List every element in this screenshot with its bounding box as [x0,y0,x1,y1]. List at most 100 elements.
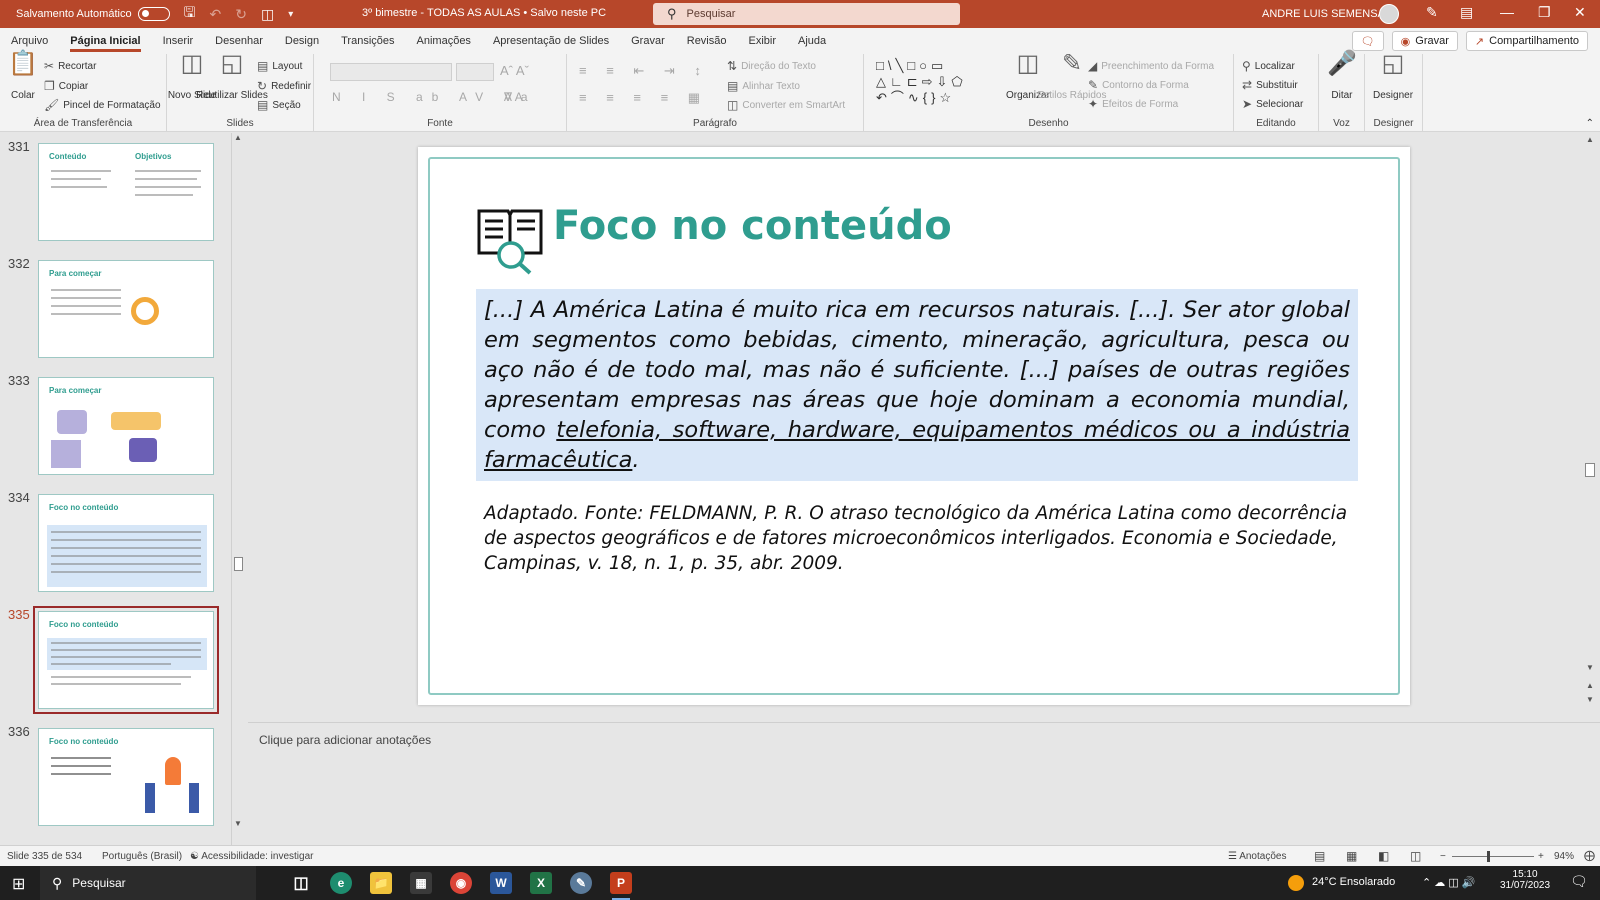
tab-transicoes[interactable]: Transições [330,28,405,54]
autosave-toggle[interactable] [137,7,170,21]
slide-thumbnail-332[interactable]: Para começar [38,260,214,358]
slideshow-icon[interactable]: ◫ [1410,849,1421,863]
undo-icon[interactable]: ↶ [210,6,222,23]
dictate-button[interactable]: 🎤 Ditar [1327,52,1357,102]
record-button[interactable]: ◉ Gravar [1391,31,1458,51]
slide-thumbnail-333[interactable]: Para começar [38,377,214,475]
tab-revisao[interactable]: Revisão [676,28,738,54]
tab-ajuda[interactable]: Ajuda [787,28,837,54]
quote-textbox[interactable]: [...] A América Latina é muito rica em r… [476,289,1358,481]
zoom-slider-thumb[interactable] [1487,851,1490,862]
clock[interactable]: 15:10 31/07/2023 [1500,869,1550,891]
next-slide-icon[interactable]: ▼ [1586,695,1594,704]
normal-view-icon[interactable]: ▤ [1314,849,1325,863]
text-direction-button[interactable]: ⇅ Direção do Texto [727,59,816,73]
slide-title[interactable]: Foco no conteúdo [553,203,952,249]
scroll-up-icon[interactable]: ▲ [1586,135,1594,144]
ribbon-display-icon[interactable]: ▤ [1460,4,1473,21]
slide-thumbnail-335[interactable]: Foco no conteúdo [33,606,219,714]
reuse-slides-button[interactable]: ◱ Reutilizar Slides [196,52,268,102]
zoom-in-icon[interactable]: + [1538,851,1544,862]
shapes-gallery[interactable]: □\╲□○▭ △∟⊏⇨⇩⬠ ↶⌒∿{}☆ [876,58,986,106]
minimize-icon[interactable]: — [1500,4,1514,20]
fit-slide-icon[interactable]: ⨁ [1584,849,1595,862]
tab-design[interactable]: Design [274,28,330,54]
collapse-ribbon-icon[interactable]: ⌃ [1586,118,1594,129]
system-tray-icons[interactable]: ⌃ ☁ ◫ 🔊 [1422,876,1475,889]
chrome-icon[interactable]: ◉ [450,872,472,894]
document-title[interactable]: 3º bimestre - TODAS AS AULAS • Salvo nes… [362,7,606,19]
redo-icon[interactable]: ↻ [235,6,247,23]
shape-effects-button[interactable]: ✦ Efeitos de Forma [1088,97,1178,111]
list-icons[interactable]: ≡ ≡ ⇤ ⇥ ↕ [579,63,709,79]
editor-scrollbar[interactable]: ▲ ▼ ▲ ▼ [1582,133,1600,721]
current-slide[interactable]: Foco no conteúdo [...] A América Latina … [418,147,1410,705]
search-box[interactable]: ⚲ Pesquisar [653,3,960,25]
font-size-combo[interactable] [456,63,494,81]
excel-icon[interactable]: X [530,872,552,894]
font-name-combo[interactable] [330,63,452,81]
taskbar-search[interactable]: ⚲ Pesquisar [40,866,256,900]
weather-text[interactable]: 24°C Ensolarado [1312,876,1395,888]
slides-pane-scrollbar[interactable]: ▲ ▼ [231,133,245,845]
quick-styles-button[interactable]: ✎ Estilos Rápidos [1038,52,1107,102]
slide-thumbnail-336[interactable]: Foco no conteúdo [38,728,214,826]
tab-exibir[interactable]: Exibir [738,28,788,54]
customize-toolbar-icon[interactable]: ▾ [288,9,293,20]
notes-pane[interactable]: Clique para adicionar anotações [248,722,1600,845]
find-button[interactable]: ⚲ Localizar [1242,59,1295,73]
align-text-button[interactable]: ▤ Alinhar Texto [727,79,800,93]
align-icons[interactable]: ≡ ≡ ≡ ≡ ▦ [579,90,708,106]
language-button[interactable]: Português (Brasil) [102,851,182,862]
file-explorer-icon[interactable]: 📁 [370,872,392,894]
tab-animacoes[interactable]: Animações [406,28,482,54]
pen-icon[interactable]: ✎ [1426,4,1438,21]
section-button[interactable]: ▤ Seção [257,98,301,112]
cut-button[interactable]: ✂ Recortar [44,59,96,73]
notes-button[interactable]: ☰ Anotações [1228,851,1286,862]
slide-thumbnail-334[interactable]: Foco no conteúdo [38,494,214,592]
zoom-level[interactable]: 94% [1554,851,1574,862]
share-button[interactable]: ↗ Compartilhamento [1465,31,1588,51]
shape-fill-button[interactable]: ◢ Preenchimento da Forma [1088,59,1214,73]
restore-icon[interactable]: ❐ [1538,4,1551,21]
accessibility-button[interactable]: ☯ Acessibilidade: investigar [190,851,313,862]
edge-icon[interactable]: e [330,872,352,894]
zoom-out-icon[interactable]: − [1440,851,1446,862]
source-textbox[interactable]: Adaptado. Fonte: FELDMANN, P. R. O atras… [484,501,1364,576]
windows-start-icon[interactable]: ⊞ [12,874,25,894]
grow-font-icon[interactable]: Aˆ Aˇ [500,63,529,78]
scroll-thumb[interactable] [234,557,243,571]
avatar[interactable] [1379,4,1399,24]
present-icon[interactable]: ◫ [261,6,274,23]
scroll-down-icon[interactable]: ▼ [1586,663,1594,672]
paste-button[interactable]: 📋 Colar [8,52,38,102]
font-color-icon[interactable]: ∇ A [504,90,523,104]
tab-gravar[interactable]: Gravar [620,28,676,54]
close-icon[interactable]: ✕ [1574,4,1586,21]
notifications-icon[interactable]: 🗨 [1570,873,1588,890]
task-view-icon[interactable]: ◫ [290,872,312,894]
slide-thumbnail-331[interactable]: Conteúdo Objetivos [38,143,214,241]
smartart-button[interactable]: ◫ Converter em SmartArt [727,98,845,112]
tab-apresentacao[interactable]: Apresentação de Slides [482,28,620,54]
reset-button[interactable]: ↻ Redefinir [257,79,311,93]
paint-icon[interactable]: ✎ [570,872,592,894]
shape-outline-button[interactable]: ✎ Contorno da Forma [1088,78,1189,92]
comments-button[interactable]: 🗨 [1351,31,1384,51]
save-icon[interactable]: 🖫 [184,2,196,26]
slide-sorter-icon[interactable]: ▦ [1346,849,1357,863]
autosave-control[interactable]: Salvamento Automático [16,7,170,21]
tab-pagina-inicial[interactable]: Página Inicial [59,28,151,54]
store-icon[interactable]: ▦ [410,872,432,894]
designer-button[interactable]: ◱ Designer [1373,52,1413,102]
scroll-down-icon[interactable]: ▼ [234,819,242,828]
format-painter-button[interactable]: 🖌 Pincel de Formatação [44,98,161,112]
layout-button[interactable]: ▤ Layout [257,59,302,73]
select-button[interactable]: ➤ Selecionar [1242,97,1303,111]
zoom-slider[interactable] [1452,856,1534,857]
scroll-thumb[interactable] [1585,463,1595,477]
replace-button[interactable]: ⇄ Substituir [1242,78,1298,92]
previous-slide-icon[interactable]: ▲ [1586,681,1594,690]
copy-button[interactable]: ❐ Copiar [44,79,88,93]
